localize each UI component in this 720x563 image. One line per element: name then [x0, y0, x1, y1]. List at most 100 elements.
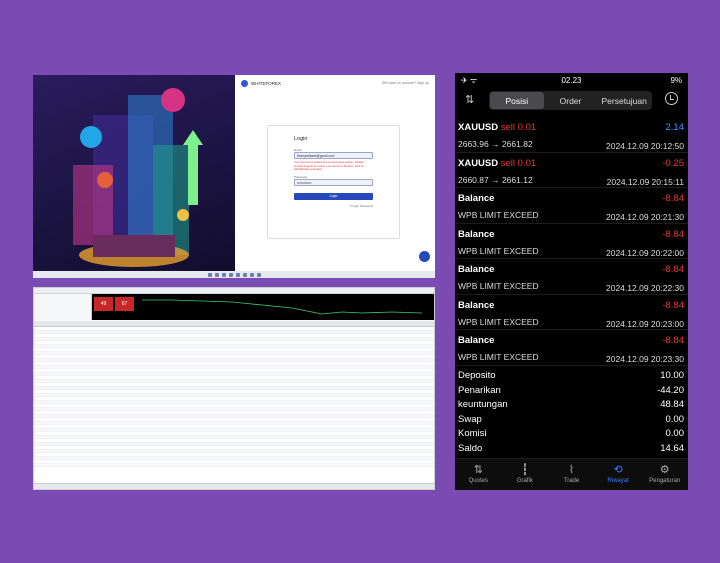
history-item[interactable]: Balance WPB LIMIT EXCEED -8.84 2024.12.0… — [455, 295, 688, 330]
segmented-control: Posisi Order Persetujuan — [489, 91, 652, 110]
item-time: 2024.12.09 20:23:00 — [606, 318, 684, 329]
taskbar-app-icon[interactable] — [235, 272, 240, 277]
mt4-chart: 49 67 — [92, 294, 434, 320]
history-item[interactable]: Balance WPB LIMIT EXCEED -8.84 2024.12.0… — [455, 259, 688, 295]
summary-value: 14.64 — [660, 442, 684, 454]
summary-value: 0.00 — [665, 428, 685, 439]
item-profit: 2.14 — [665, 122, 685, 133]
taskbar-app-icon[interactable] — [242, 272, 247, 277]
summary-row: keuntungan 48.84 — [458, 398, 685, 413]
item-side: sell 0.01 — [500, 122, 537, 133]
tab-label: Trade — [563, 478, 580, 484]
item-time: 2024.12.09 20:21:30 — [606, 212, 684, 222]
gear-icon: ⚙ — [659, 464, 670, 476]
summary-row: Penarikan -44.20 — [458, 384, 685, 399]
tab-riwayat[interactable]: ⟲ Riwayat — [595, 459, 642, 490]
item-type: Balance — [458, 228, 495, 240]
tab-quotes[interactable]: ⇅ Quotes — [455, 459, 502, 490]
top-nav: ⇅ Posisi Order Persetujuan — [455, 87, 688, 113]
mt4-navigator — [34, 294, 92, 320]
summary-value: 0.00 — [665, 413, 685, 425]
summary-row: Deposito 10.00 — [458, 369, 685, 384]
tab-posisi[interactable]: Posisi — [490, 92, 544, 109]
taskbar-app-icon[interactable] — [214, 272, 219, 277]
brand-name: WHITEFOREX — [251, 81, 281, 86]
tab-label: Pengaturan — [649, 478, 681, 484]
tab-trade[interactable]: ⌇ Trade — [548, 459, 595, 490]
item-symbol: XAUUSD — [458, 122, 499, 133]
tab-label: Grafik — [516, 478, 533, 484]
bottom-tab-bar: ⇅ Quotes ┇ Grafik ⌇ Trade ⟲ Riwayat ⚙ Pengatu… — [455, 458, 688, 490]
arrows-updown-icon: ⇅ — [473, 464, 483, 476]
summary-label: Penarikan — [458, 384, 501, 396]
taskbar-app-icon[interactable] — [256, 272, 261, 277]
price-line — [142, 299, 423, 315]
mt4-screenshot: 49 67 — [33, 287, 435, 490]
taskbar — [33, 271, 435, 278]
brand-logo-icon — [241, 80, 248, 87]
summary-label: Komisi — [458, 428, 487, 439]
history-item[interactable]: Balance WPB LIMIT EXCEED -8.84 2024.12.0… — [455, 224, 688, 259]
error-message: Your account is locked due to suspicious… — [294, 160, 364, 172]
account-summary: Deposito 10.00 Penarikan -44.20 keuntungan… — [455, 369, 688, 456]
item-type: Balance — [458, 299, 495, 311]
taskbar-app-icon[interactable] — [249, 272, 254, 277]
summary-row: Komisi 0.00 — [458, 427, 685, 442]
item-time: 2024.12.09 20:22:30 — [606, 283, 684, 293]
chart-line-icon: ⌇ — [568, 464, 575, 476]
summary-label: keuntungan — [458, 399, 508, 410]
login-screenshot: WHITEFOREX Still have no account? Sign u… — [33, 75, 435, 278]
summary-row: Swap 0.00 — [458, 413, 685, 428]
tab-label: Riwayat — [607, 478, 629, 484]
taskbar-app-icon[interactable] — [221, 272, 226, 277]
social-media-illustration — [33, 75, 235, 271]
history-item[interactable]: Balance WPB LIMIT EXCEED -8.84 2024.12.0… — [455, 330, 688, 366]
table-row — [34, 463, 434, 467]
clock-icon[interactable] — [665, 92, 678, 105]
item-time: 2024.12.09 20:15:11 — [606, 176, 684, 187]
item-profit: -0.25 — [662, 157, 684, 169]
item-amount: -8.84 — [662, 193, 684, 204]
signup-link[interactable]: Still have no account? Sign up — [382, 81, 429, 85]
forgot-password-link[interactable]: Forgot Password — [294, 204, 373, 208]
phone-screenshot: ✈ ᯤ 02.23 9% ⇅ Posisi Order Persetujuan … — [455, 73, 688, 490]
summary-value: 48.84 — [660, 399, 684, 410]
summary-label: Deposito — [458, 370, 496, 381]
brand: WHITEFOREX — [241, 80, 281, 87]
tab-label: Quotes — [468, 478, 488, 484]
battery-level: 9% — [670, 76, 682, 85]
item-amount: -8.84 — [662, 299, 684, 311]
item-symbol: XAUUSD — [458, 157, 499, 169]
mt4-status-bar — [34, 483, 434, 489]
password-field[interactable]: ••••••••••••• — [294, 178, 373, 186]
item-amount: -8.84 — [662, 264, 684, 275]
taskbar-app-icon[interactable] — [228, 272, 233, 277]
history-icon: ⟲ — [613, 464, 623, 476]
login-button[interactable]: Login — [294, 192, 373, 200]
history-item[interactable]: XAUUSD sell 0.01 2660.87 → 2661.12 -0.25… — [455, 153, 688, 188]
history-item[interactable]: XAUUSD sell 0.01 2663.96 → 2661.82 2.14 … — [455, 117, 688, 153]
candles-icon: ┇ — [521, 464, 529, 476]
summary-label: Saldo — [458, 442, 483, 454]
status-bar: ✈ ᯤ 02.23 9% — [455, 73, 688, 87]
item-time: 2024.12.09 20:22:00 — [606, 247, 684, 258]
mt4-history-table — [34, 321, 434, 467]
item-time: 2024.12.09 20:23:30 — [606, 354, 684, 364]
history-item[interactable]: Balance WPB LIMIT EXCEED -8.84 2024.12.0… — [455, 188, 688, 224]
tab-grafik[interactable]: ┇ Grafik — [502, 459, 549, 490]
sort-icon[interactable]: ⇅ — [465, 93, 474, 106]
tab-pengaturan[interactable]: ⚙ Pengaturan — [641, 459, 688, 490]
tab-order[interactable]: Order — [544, 92, 598, 109]
email-field[interactable]: thomywhitado@gmail.com — [294, 152, 373, 159]
item-type: Balance — [458, 193, 495, 204]
windows-start-icon[interactable] — [207, 272, 212, 277]
summary-value: -44.20 — [657, 384, 684, 396]
chat-icon[interactable] — [419, 251, 430, 262]
summary-row: Saldo 14.64 — [458, 442, 685, 457]
tab-persetujuan[interactable]: Persetujuan — [597, 92, 651, 109]
history-list: XAUUSD sell 0.01 2663.96 → 2661.82 2.14 … — [455, 117, 688, 366]
item-type: Balance — [458, 335, 495, 346]
item-amount: -8.84 — [662, 228, 684, 240]
login-title: Login — [294, 136, 308, 142]
summary-value: 10.00 — [660, 370, 684, 381]
